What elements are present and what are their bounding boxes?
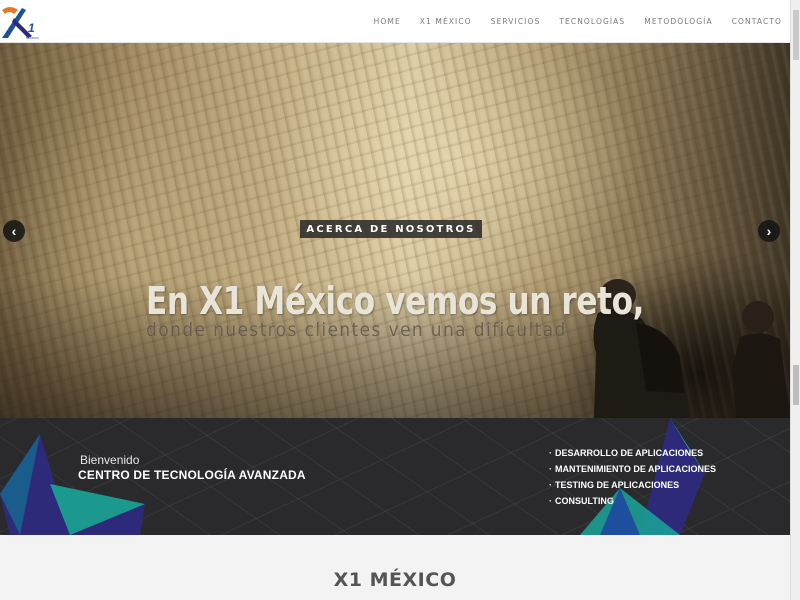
left-polygon-graphic: [0, 434, 145, 535]
service-label: CONSULTING: [555, 496, 614, 506]
services-list: · DESARROLLO DE APLICACIONES · MANTENIMIEN…: [549, 447, 716, 511]
scrollbar-marker: [793, 365, 799, 405]
page-scrollbar[interactable]: [790, 0, 800, 600]
hero-subtitle: donde nuestros clientes ven una dificult…: [146, 319, 567, 341]
bullet-icon: ·: [549, 464, 552, 474]
service-label: DESARROLLO DE APLICACIONES: [555, 448, 704, 458]
service-label: TESTING DE APLICACIONES: [555, 480, 680, 490]
bullet-icon: ·: [549, 480, 552, 490]
nav-home[interactable]: HOME: [374, 17, 401, 26]
main-nav: HOME X1 MÉXICO SERVICIOS TECNOLOGÍAS MET…: [355, 0, 782, 43]
center-title: CENTRO DE TECNOLOGÍA AVANZADA: [78, 468, 306, 482]
hero-slider: ACERCA DE NOSOTROS ‹ ›: [0, 43, 790, 418]
hero-title: En X1 México vemos un reto,: [146, 279, 645, 323]
service-item[interactable]: · CONSULTING: [549, 495, 716, 511]
service-item[interactable]: · DESARROLLO DE APLICACIONES: [549, 447, 716, 463]
service-label: MANTENIMIENTO DE APLICACIONES: [555, 464, 717, 474]
welcome-text: Bienvenido: [80, 453, 140, 467]
bullet-icon: ·: [549, 496, 552, 506]
service-item[interactable]: · MANTENIMIENTO DE APLICACIONES: [549, 463, 716, 479]
service-item[interactable]: · TESTING DE APLICACIONES: [549, 479, 716, 495]
scrollbar-thumb[interactable]: [793, 10, 799, 60]
svg-text:México: México: [26, 35, 39, 40]
nav-servicios[interactable]: SERVICIOS: [491, 17, 541, 26]
nav-x1-mexico[interactable]: X1 MÉXICO: [420, 17, 472, 26]
section-title: X1 MÉXICO: [333, 569, 457, 591]
site-header: 1 México HOME X1 MÉXICO SERVICIOS TECNOL…: [0, 0, 790, 43]
x1-logo[interactable]: 1 México: [0, 2, 44, 40]
bullet-icon: ·: [549, 448, 552, 458]
x1-logo-icon: 1 México: [2, 7, 39, 40]
about-us-button[interactable]: ACERCA DE NOSOTROS: [300, 220, 482, 238]
slider-next-arrow[interactable]: ›: [758, 220, 780, 242]
nav-metodologia[interactable]: METODOLOGÍA: [644, 17, 712, 26]
nav-contacto[interactable]: CONTACTO: [732, 17, 782, 26]
nav-tecnologias[interactable]: TECNOLOGÍAS: [559, 17, 625, 26]
slider-prev-arrow[interactable]: ‹: [3, 220, 25, 242]
svg-text:1: 1: [28, 21, 35, 35]
